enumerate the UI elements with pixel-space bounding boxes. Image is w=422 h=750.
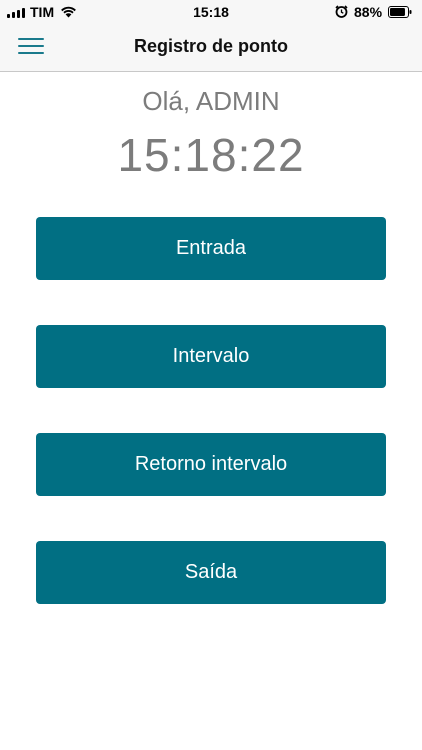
- current-time: 15:18:22: [117, 129, 305, 181]
- retorno-intervalo-button[interactable]: Retorno intervalo: [36, 433, 386, 496]
- intervalo-button[interactable]: Intervalo: [36, 325, 386, 388]
- page-title: Registro de ponto: [134, 36, 288, 56]
- alarm-icon: [335, 5, 348, 18]
- entrada-button[interactable]: Entrada: [36, 217, 386, 280]
- battery-percent: 88%: [354, 4, 383, 20]
- nav-bar: Registro de ponto: [0, 24, 422, 72]
- greeting-text: Olá, ADMIN: [142, 86, 280, 116]
- saida-button[interactable]: Saída: [36, 541, 386, 604]
- status-bar: TIM 15:18 88%: [0, 0, 422, 24]
- battery-icon: [388, 6, 412, 18]
